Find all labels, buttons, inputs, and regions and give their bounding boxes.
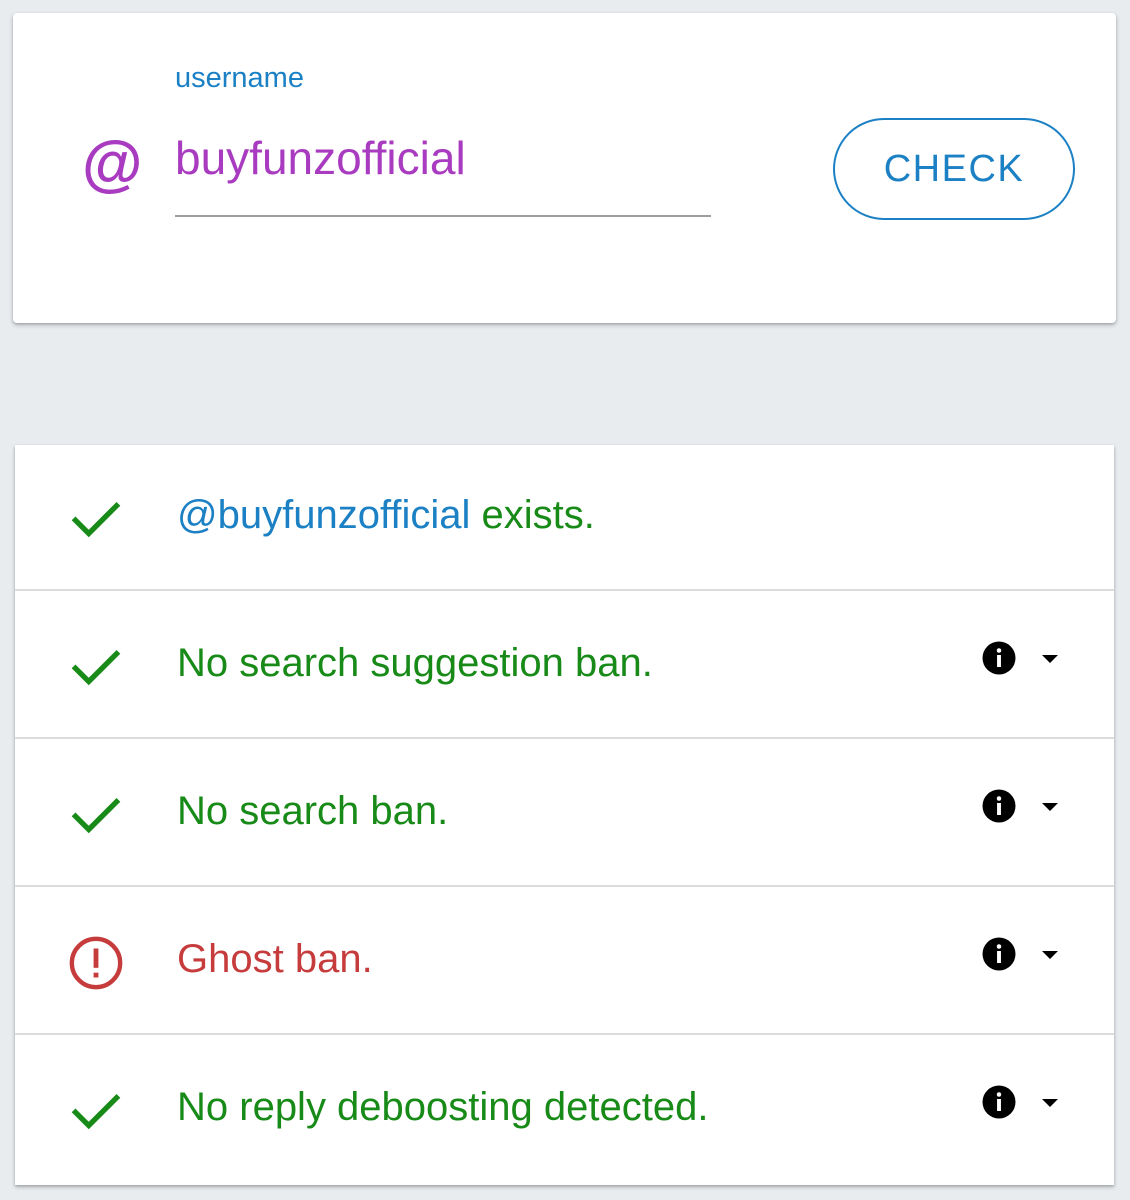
result-text: Ghost ban.	[177, 937, 373, 981]
result-row-ghost-ban: Ghost ban.	[15, 889, 1114, 1035]
alert-circle-icon	[69, 936, 123, 990]
result-row-reply-deboosting: No reply deboosting detected.	[15, 1037, 1114, 1183]
result-text: No search ban.	[177, 789, 449, 833]
at-sign-icon: @	[81, 130, 142, 199]
details-toggle[interactable]	[981, 1084, 1071, 1124]
username-field-label: username	[175, 62, 304, 94]
check-icon	[71, 649, 121, 686]
result-row-search-suggestion-ban: No search suggestion ban.	[15, 593, 1114, 739]
info-icon	[982, 641, 1016, 675]
details-toggle[interactable]	[981, 788, 1071, 828]
check-icon	[71, 1093, 121, 1130]
result-text: No search suggestion ban.	[177, 641, 653, 685]
result-text: @buyfunzofficial exists.	[177, 491, 595, 539]
check-button[interactable]: CHECK	[833, 118, 1075, 220]
info-icon	[982, 789, 1016, 823]
result-row-search-ban: No search ban.	[15, 741, 1114, 887]
chevron-down-icon	[1042, 951, 1058, 959]
result-text: No reply deboosting detected.	[177, 1085, 709, 1129]
result-row-exists: @buyfunzofficial exists.	[15, 445, 1114, 591]
username-check-card: username @ CHECK	[13, 13, 1116, 323]
result-status-text: exists.	[470, 493, 595, 537]
chevron-down-icon	[1042, 803, 1058, 811]
chevron-down-icon	[1042, 1099, 1058, 1107]
details-toggle[interactable]	[981, 640, 1071, 680]
username-input[interactable]	[175, 131, 711, 217]
username-handle: @buyfunzofficial	[177, 493, 471, 537]
chevron-down-icon	[1042, 655, 1058, 663]
results-list: @buyfunzofficial exists. No search sugge…	[15, 445, 1114, 1185]
check-icon	[71, 501, 121, 538]
check-icon	[71, 797, 121, 834]
details-toggle[interactable]	[981, 936, 1071, 976]
info-icon	[982, 937, 1016, 971]
info-icon	[982, 1085, 1016, 1119]
